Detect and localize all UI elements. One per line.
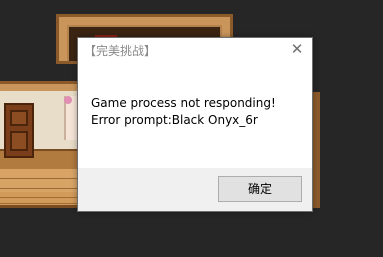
dialog-footer: 确定 — [78, 168, 312, 211]
dialog-titlebar[interactable]: 【完美挑战】 ✕ — [78, 38, 312, 60]
ok-button[interactable]: 确定 — [218, 176, 302, 202]
close-icon[interactable]: ✕ — [288, 40, 306, 58]
message-line-2: Error prompt:Black Onyx_6r — [91, 113, 258, 127]
door — [4, 103, 34, 158]
dialog-message: Game process not responding! Error promp… — [91, 95, 276, 129]
message-line-1: Game process not responding! — [91, 96, 276, 110]
error-dialog: 【完美挑战】 ✕ Game process not responding! Er… — [77, 37, 313, 212]
dialog-title: 【完美挑战】 — [84, 44, 157, 58]
wall-trim — [0, 81, 80, 91]
decoration — [64, 96, 72, 104]
